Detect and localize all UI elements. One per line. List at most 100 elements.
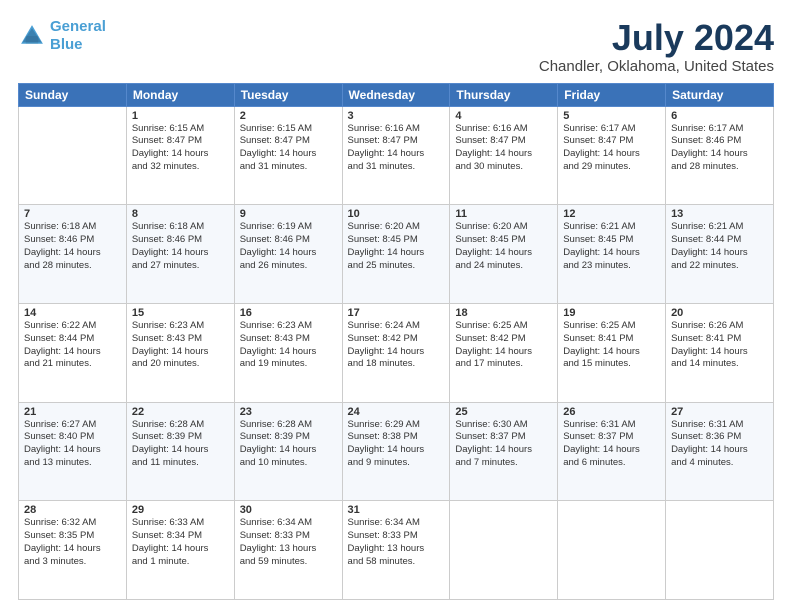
calendar-header-wednesday: Wednesday (342, 83, 450, 106)
day-info: Sunrise: 6:19 AM Sunset: 8:46 PM Dayligh… (240, 221, 337, 272)
calendar-cell: 17Sunrise: 6:24 AM Sunset: 8:42 PM Dayli… (342, 303, 450, 402)
calendar-cell: 11Sunrise: 6:20 AM Sunset: 8:45 PM Dayli… (450, 205, 558, 304)
day-number: 17 (348, 307, 445, 319)
day-info: Sunrise: 6:31 AM Sunset: 8:37 PM Dayligh… (563, 419, 660, 470)
day-number: 26 (563, 406, 660, 418)
calendar-header-thursday: Thursday (450, 83, 558, 106)
logo-icon (18, 22, 46, 50)
calendar-cell: 27Sunrise: 6:31 AM Sunset: 8:36 PM Dayli… (666, 402, 774, 501)
day-info: Sunrise: 6:32 AM Sunset: 8:35 PM Dayligh… (24, 517, 121, 568)
page: General Blue July 2024 Chandler, Oklahom… (0, 0, 792, 612)
calendar-cell: 19Sunrise: 6:25 AM Sunset: 8:41 PM Dayli… (558, 303, 666, 402)
calendar-cell: 13Sunrise: 6:21 AM Sunset: 8:44 PM Dayli… (666, 205, 774, 304)
day-number: 23 (240, 406, 337, 418)
day-info: Sunrise: 6:20 AM Sunset: 8:45 PM Dayligh… (455, 221, 552, 272)
day-info: Sunrise: 6:23 AM Sunset: 8:43 PM Dayligh… (132, 320, 229, 371)
calendar-cell: 23Sunrise: 6:28 AM Sunset: 8:39 PM Dayli… (234, 402, 342, 501)
day-number: 16 (240, 307, 337, 319)
day-info: Sunrise: 6:18 AM Sunset: 8:46 PM Dayligh… (132, 221, 229, 272)
calendar-cell: 22Sunrise: 6:28 AM Sunset: 8:39 PM Dayli… (126, 402, 234, 501)
calendar-cell: 2Sunrise: 6:15 AM Sunset: 8:47 PM Daylig… (234, 106, 342, 205)
calendar-cell: 30Sunrise: 6:34 AM Sunset: 8:33 PM Dayli… (234, 501, 342, 600)
calendar-table: SundayMondayTuesdayWednesdayThursdayFrid… (18, 83, 774, 600)
calendar-cell (666, 501, 774, 600)
day-number: 8 (132, 208, 229, 220)
calendar-header-row: SundayMondayTuesdayWednesdayThursdayFrid… (19, 83, 774, 106)
calendar-cell: 26Sunrise: 6:31 AM Sunset: 8:37 PM Dayli… (558, 402, 666, 501)
calendar-cell: 5Sunrise: 6:17 AM Sunset: 8:47 PM Daylig… (558, 106, 666, 205)
calendar-cell: 7Sunrise: 6:18 AM Sunset: 8:46 PM Daylig… (19, 205, 127, 304)
day-number: 10 (348, 208, 445, 220)
day-number: 11 (455, 208, 552, 220)
calendar-cell: 31Sunrise: 6:34 AM Sunset: 8:33 PM Dayli… (342, 501, 450, 600)
calendar-cell: 14Sunrise: 6:22 AM Sunset: 8:44 PM Dayli… (19, 303, 127, 402)
day-number: 3 (348, 110, 445, 122)
calendar-cell (19, 106, 127, 205)
day-number: 30 (240, 504, 337, 516)
day-number: 14 (24, 307, 121, 319)
day-number: 20 (671, 307, 768, 319)
calendar-header-monday: Monday (126, 83, 234, 106)
logo-line1: General (50, 18, 106, 35)
calendar-cell: 24Sunrise: 6:29 AM Sunset: 8:38 PM Dayli… (342, 402, 450, 501)
day-number: 27 (671, 406, 768, 418)
day-info: Sunrise: 6:23 AM Sunset: 8:43 PM Dayligh… (240, 320, 337, 371)
day-info: Sunrise: 6:34 AM Sunset: 8:33 PM Dayligh… (348, 517, 445, 568)
calendar-cell: 18Sunrise: 6:25 AM Sunset: 8:42 PM Dayli… (450, 303, 558, 402)
day-info: Sunrise: 6:30 AM Sunset: 8:37 PM Dayligh… (455, 419, 552, 470)
day-info: Sunrise: 6:34 AM Sunset: 8:33 PM Dayligh… (240, 517, 337, 568)
day-number: 25 (455, 406, 552, 418)
calendar-cell: 1Sunrise: 6:15 AM Sunset: 8:47 PM Daylig… (126, 106, 234, 205)
logo-line2: Blue (50, 36, 106, 54)
calendar-cell: 8Sunrise: 6:18 AM Sunset: 8:46 PM Daylig… (126, 205, 234, 304)
subtitle: Chandler, Oklahoma, United States (539, 58, 774, 75)
logo: General Blue (18, 18, 106, 54)
day-info: Sunrise: 6:16 AM Sunset: 8:47 PM Dayligh… (348, 123, 445, 174)
day-info: Sunrise: 6:21 AM Sunset: 8:44 PM Dayligh… (671, 221, 768, 272)
day-info: Sunrise: 6:31 AM Sunset: 8:36 PM Dayligh… (671, 419, 768, 470)
day-info: Sunrise: 6:33 AM Sunset: 8:34 PM Dayligh… (132, 517, 229, 568)
calendar-cell: 3Sunrise: 6:16 AM Sunset: 8:47 PM Daylig… (342, 106, 450, 205)
day-number: 18 (455, 307, 552, 319)
day-number: 15 (132, 307, 229, 319)
calendar-cell: 12Sunrise: 6:21 AM Sunset: 8:45 PM Dayli… (558, 205, 666, 304)
calendar-cell: 21Sunrise: 6:27 AM Sunset: 8:40 PM Dayli… (19, 402, 127, 501)
calendar-cell: 29Sunrise: 6:33 AM Sunset: 8:34 PM Dayli… (126, 501, 234, 600)
main-title: July 2024 (539, 18, 774, 58)
calendar-header-tuesday: Tuesday (234, 83, 342, 106)
day-info: Sunrise: 6:26 AM Sunset: 8:41 PM Dayligh… (671, 320, 768, 371)
calendar-header-sunday: Sunday (19, 83, 127, 106)
calendar-header-friday: Friday (558, 83, 666, 106)
calendar-week-row: 14Sunrise: 6:22 AM Sunset: 8:44 PM Dayli… (19, 303, 774, 402)
day-number: 12 (563, 208, 660, 220)
day-info: Sunrise: 6:29 AM Sunset: 8:38 PM Dayligh… (348, 419, 445, 470)
day-info: Sunrise: 6:15 AM Sunset: 8:47 PM Dayligh… (132, 123, 229, 174)
day-info: Sunrise: 6:18 AM Sunset: 8:46 PM Dayligh… (24, 221, 121, 272)
calendar-cell: 9Sunrise: 6:19 AM Sunset: 8:46 PM Daylig… (234, 205, 342, 304)
calendar-cell: 4Sunrise: 6:16 AM Sunset: 8:47 PM Daylig… (450, 106, 558, 205)
header: General Blue July 2024 Chandler, Oklahom… (18, 18, 774, 75)
day-info: Sunrise: 6:28 AM Sunset: 8:39 PM Dayligh… (132, 419, 229, 470)
day-info: Sunrise: 6:22 AM Sunset: 8:44 PM Dayligh… (24, 320, 121, 371)
calendar-week-row: 7Sunrise: 6:18 AM Sunset: 8:46 PM Daylig… (19, 205, 774, 304)
calendar-cell: 25Sunrise: 6:30 AM Sunset: 8:37 PM Dayli… (450, 402, 558, 501)
day-info: Sunrise: 6:24 AM Sunset: 8:42 PM Dayligh… (348, 320, 445, 371)
day-number: 1 (132, 110, 229, 122)
calendar-cell: 16Sunrise: 6:23 AM Sunset: 8:43 PM Dayli… (234, 303, 342, 402)
calendar-cell: 15Sunrise: 6:23 AM Sunset: 8:43 PM Dayli… (126, 303, 234, 402)
calendar-week-row: 1Sunrise: 6:15 AM Sunset: 8:47 PM Daylig… (19, 106, 774, 205)
calendar-cell (558, 501, 666, 600)
day-number: 21 (24, 406, 121, 418)
day-number: 2 (240, 110, 337, 122)
day-number: 4 (455, 110, 552, 122)
day-number: 24 (348, 406, 445, 418)
day-number: 29 (132, 504, 229, 516)
day-info: Sunrise: 6:17 AM Sunset: 8:46 PM Dayligh… (671, 123, 768, 174)
day-info: Sunrise: 6:27 AM Sunset: 8:40 PM Dayligh… (24, 419, 121, 470)
calendar-cell (450, 501, 558, 600)
calendar-week-row: 28Sunrise: 6:32 AM Sunset: 8:35 PM Dayli… (19, 501, 774, 600)
day-info: Sunrise: 6:25 AM Sunset: 8:41 PM Dayligh… (563, 320, 660, 371)
day-number: 9 (240, 208, 337, 220)
day-number: 19 (563, 307, 660, 319)
title-block: July 2024 Chandler, Oklahoma, United Sta… (539, 18, 774, 75)
